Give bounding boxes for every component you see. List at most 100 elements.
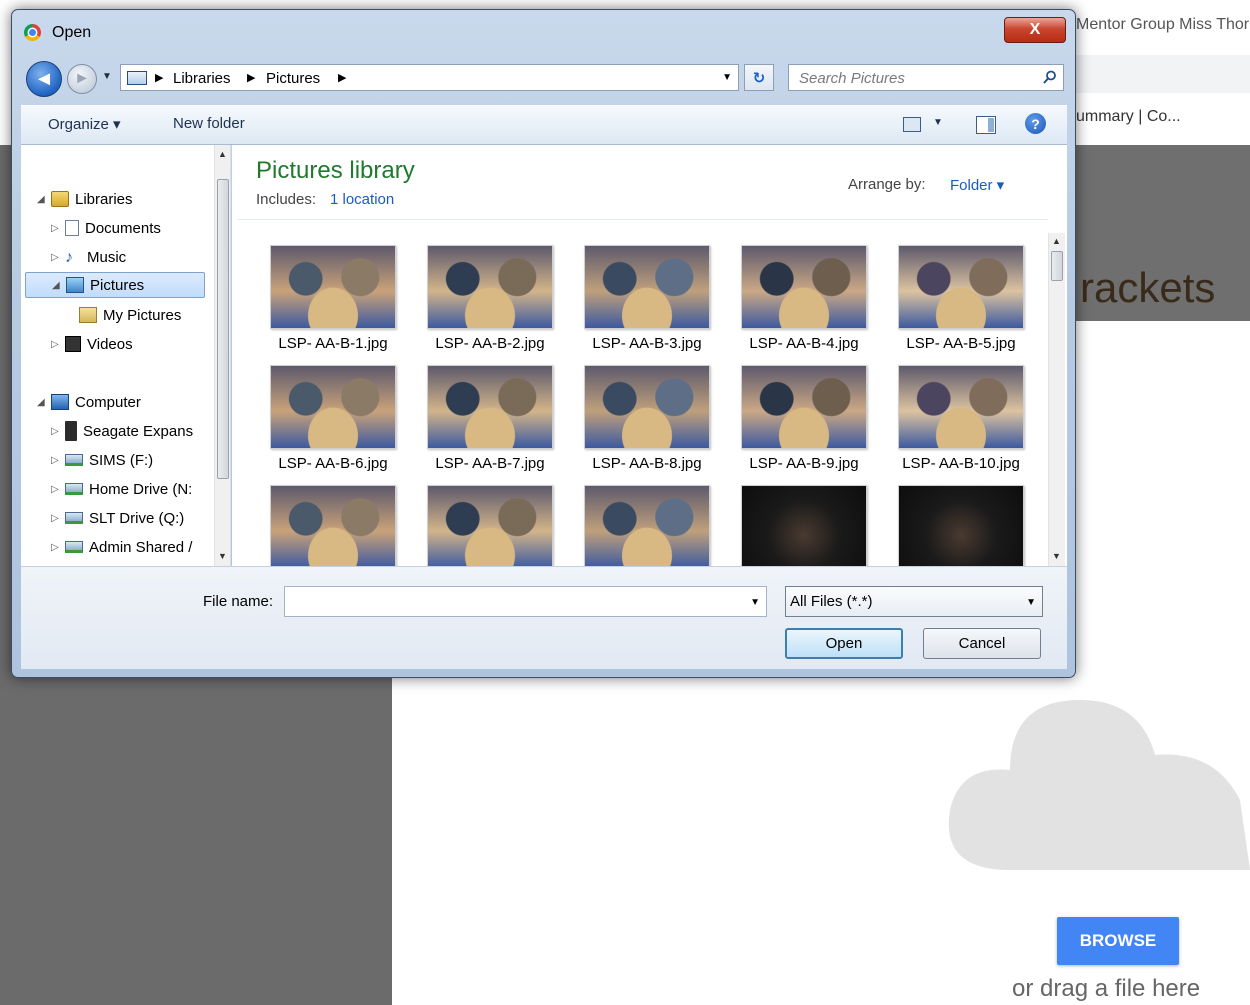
nav-item-my-pictures[interactable]: My Pictures bbox=[79, 302, 181, 328]
file-thumbnail[interactable] bbox=[427, 365, 553, 449]
nav-item-label: Home Drive (N: bbox=[89, 480, 193, 498]
address-bar[interactable]: ▶ Libraries ▶ Pictures ▶ ▼ bbox=[120, 64, 739, 91]
browser-address-bar[interactable] bbox=[1076, 55, 1250, 93]
external-drive-icon bbox=[65, 421, 77, 441]
network-drive-icon bbox=[65, 541, 83, 553]
breadcrumb-separator-icon[interactable]: ▶ bbox=[155, 71, 163, 84]
expand-arrow-icon[interactable]: ▷ bbox=[51, 339, 65, 350]
file-name-label[interactable]: LSP- AA-B-2.jpg bbox=[410, 335, 570, 352]
view-dropdown-icon[interactable]: ▼ bbox=[933, 117, 943, 128]
file-thumbnail[interactable] bbox=[898, 485, 1024, 566]
search-input[interactable]: Search Pictures bbox=[788, 64, 1064, 91]
nav-item-seagate[interactable]: ▷ Seagate Expans bbox=[51, 418, 193, 444]
file-thumbnail[interactable] bbox=[584, 485, 710, 566]
open-button[interactable]: Open bbox=[785, 628, 903, 659]
help-icon[interactable]: ? bbox=[1025, 113, 1046, 134]
scroll-down-icon[interactable]: ▼ bbox=[218, 551, 227, 561]
nav-scrollbar-thumb[interactable] bbox=[217, 179, 229, 479]
nav-item-pictures[interactable]: ◢ Pictures bbox=[25, 272, 205, 298]
nav-item-music[interactable]: ▷ ♪ Music bbox=[51, 244, 126, 270]
location-link[interactable]: 1 location bbox=[330, 191, 394, 208]
nav-item-admin-shared[interactable]: ▷ Admin Shared / bbox=[51, 534, 192, 560]
file-thumbnail[interactable] bbox=[898, 245, 1024, 329]
expand-arrow-icon[interactable]: ▷ bbox=[51, 455, 65, 466]
bookmark-item[interactable]: ummary | Co... bbox=[1076, 108, 1181, 126]
address-dropdown-icon[interactable]: ▼ bbox=[722, 72, 732, 83]
file-type-select[interactable]: All Files (*.*) ▼ bbox=[785, 586, 1043, 617]
file-thumbnail[interactable] bbox=[584, 245, 710, 329]
dialog-footer: File name: ▼ All Files (*.*) ▼ Open Canc… bbox=[21, 566, 1067, 669]
expand-arrow-icon[interactable]: ▷ bbox=[51, 223, 65, 234]
collapse-arrow-icon[interactable]: ◢ bbox=[52, 280, 66, 291]
file-thumbnail[interactable] bbox=[427, 245, 553, 329]
collapse-arrow-icon[interactable]: ◢ bbox=[37, 194, 51, 205]
includes-label: Includes: bbox=[256, 191, 317, 208]
preview-pane-icon[interactable] bbox=[976, 116, 996, 134]
browse-button[interactable]: BROWSE bbox=[1057, 917, 1179, 965]
nav-item-sims[interactable]: ▷ SIMS (F:) bbox=[51, 447, 153, 473]
close-button[interactable]: X bbox=[1004, 17, 1066, 43]
dialog-title: Open bbox=[52, 24, 92, 41]
file-name-label[interactable]: LSP- AA-B-10.jpg bbox=[881, 455, 1041, 472]
file-name-label[interactable]: LSP- AA-B-1.jpg bbox=[253, 335, 413, 352]
organize-button[interactable]: Organize ▾ bbox=[48, 115, 121, 133]
scroll-up-icon[interactable]: ▲ bbox=[1052, 236, 1061, 246]
file-name-label[interactable]: LSP- AA-B-7.jpg bbox=[410, 455, 570, 472]
file-list-pane: Pictures library Includes: 1 location Ar… bbox=[232, 145, 1067, 566]
nav-item-slt-drive[interactable]: ▷ SLT Drive (Q:) bbox=[51, 505, 184, 531]
file-thumbnail[interactable] bbox=[584, 365, 710, 449]
file-name-label[interactable]: LSP- AA-B-5.jpg bbox=[881, 335, 1041, 352]
breadcrumb-separator-icon[interactable]: ▶ bbox=[247, 71, 255, 84]
nav-item-videos[interactable]: ▷ Videos bbox=[51, 331, 133, 357]
search-icon[interactable] bbox=[1043, 70, 1057, 84]
dialog-titlebar[interactable]: Open X bbox=[12, 10, 1075, 56]
file-name-dropdown-icon[interactable]: ▼ bbox=[750, 597, 760, 608]
refresh-button[interactable]: ↻ bbox=[744, 64, 774, 91]
network-drive-icon bbox=[65, 454, 83, 466]
breadcrumb-libraries[interactable]: Libraries bbox=[173, 70, 231, 87]
expand-arrow-icon[interactable]: ▷ bbox=[51, 252, 65, 263]
cancel-button[interactable]: Cancel bbox=[923, 628, 1041, 659]
expand-arrow-icon[interactable]: ▷ bbox=[51, 484, 65, 495]
scroll-up-icon[interactable]: ▲ bbox=[218, 149, 227, 159]
file-thumbnail[interactable] bbox=[427, 485, 553, 566]
breadcrumb-pictures[interactable]: Pictures bbox=[266, 70, 320, 87]
scroll-down-icon[interactable]: ▼ bbox=[1052, 551, 1061, 561]
collapse-arrow-icon[interactable]: ◢ bbox=[37, 397, 51, 408]
file-thumbnail[interactable] bbox=[741, 485, 867, 566]
back-button[interactable]: ◄ bbox=[26, 61, 62, 97]
recent-locations-dropdown[interactable]: ▼ bbox=[102, 71, 112, 82]
file-name-label[interactable]: LSP- AA-B-6.jpg bbox=[253, 455, 413, 472]
nav-item-computer[interactable]: ◢ Computer bbox=[37, 389, 141, 415]
nav-item-libraries[interactable]: ◢ Libraries bbox=[37, 186, 133, 212]
nav-item-documents[interactable]: ▷ Documents bbox=[51, 215, 161, 241]
expand-arrow-icon[interactable]: ▷ bbox=[51, 426, 65, 437]
nav-item-home-drive[interactable]: ▷ Home Drive (N: bbox=[51, 476, 192, 502]
file-thumbnail[interactable] bbox=[898, 365, 1024, 449]
file-name-label[interactable]: LSP- AA-B-9.jpg bbox=[724, 455, 884, 472]
new-folder-button[interactable]: New folder bbox=[173, 115, 245, 132]
file-thumbnail[interactable] bbox=[741, 245, 867, 329]
view-options-icon[interactable] bbox=[903, 117, 921, 132]
breadcrumb-separator-icon[interactable]: ▶ bbox=[338, 71, 346, 84]
file-thumbnail[interactable] bbox=[741, 365, 867, 449]
browser-tab-title[interactable]: Mentor Group Miss Thor bbox=[1076, 16, 1249, 34]
file-name-label[interactable]: LSP- AA-B-4.jpg bbox=[724, 335, 884, 352]
expand-arrow-icon[interactable]: ▷ bbox=[51, 513, 65, 524]
file-type-dropdown-icon[interactable]: ▼ bbox=[1026, 597, 1036, 608]
content-scrollbar[interactable]: ▲ ▼ bbox=[1048, 233, 1065, 566]
file-name-label[interactable]: LSP- AA-B-8.jpg bbox=[567, 455, 727, 472]
file-thumbnail[interactable] bbox=[270, 245, 396, 329]
file-name-input[interactable]: ▼ bbox=[284, 586, 767, 617]
arrange-by-dropdown[interactable]: Folder ▾ bbox=[950, 176, 1004, 194]
nav-scrollbar[interactable]: ▲ ▼ bbox=[214, 145, 230, 566]
page-title: rackets bbox=[1080, 264, 1216, 311]
videos-icon bbox=[65, 336, 81, 352]
expand-arrow-icon[interactable]: ▷ bbox=[51, 542, 65, 553]
forward-button[interactable]: ► bbox=[67, 64, 97, 94]
file-thumbnail[interactable] bbox=[270, 485, 396, 566]
file-thumbnail[interactable] bbox=[270, 365, 396, 449]
content-scrollbar-thumb[interactable] bbox=[1051, 251, 1063, 281]
file-name-label[interactable]: LSP- AA-B-3.jpg bbox=[567, 335, 727, 352]
nav-item-label: Pictures bbox=[90, 276, 145, 294]
